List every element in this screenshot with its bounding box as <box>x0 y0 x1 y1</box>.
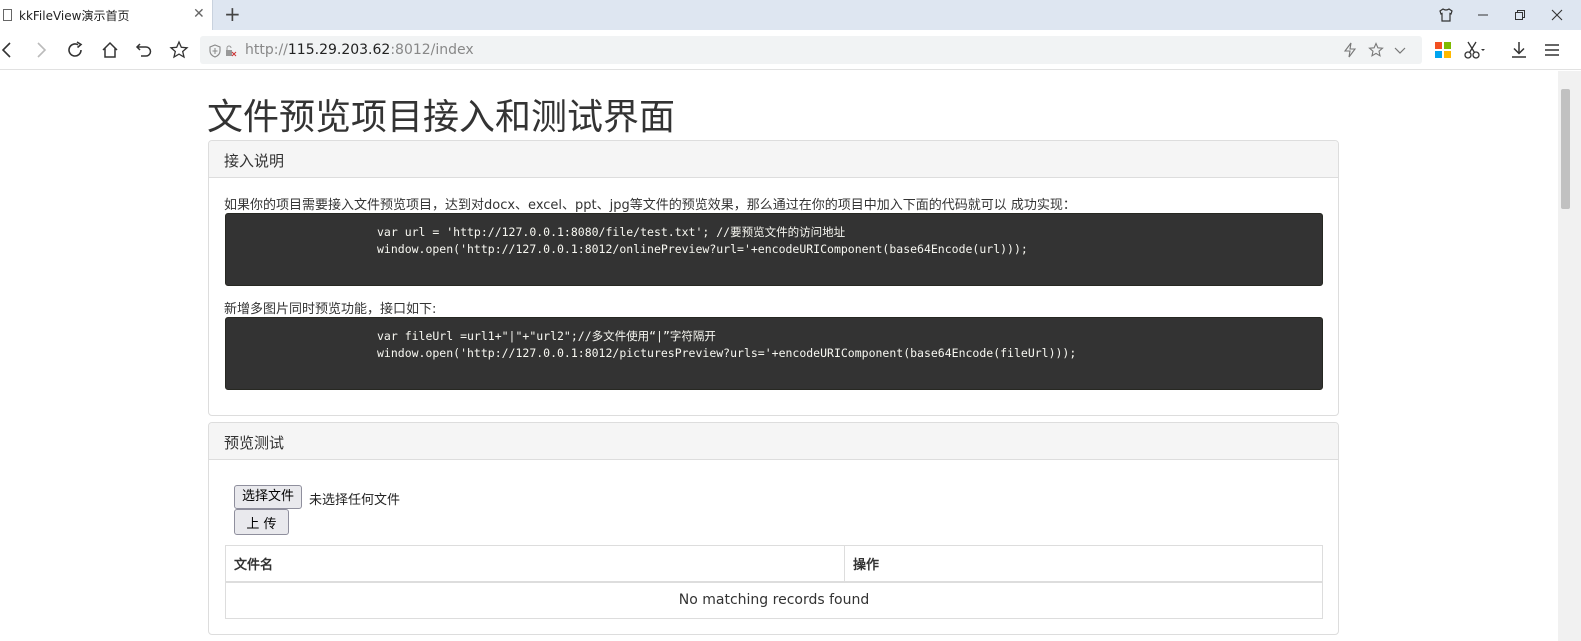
file-status: 未选择任何文件 <box>309 493 401 508</box>
url-scheme: http:// <box>245 42 288 58</box>
integration-panel: 接入说明 如果你的项目需要接入文件预览项目，达到对docx、excel、ppt、… <box>208 140 1339 416</box>
table-header-row: 文件名 操作 <box>225 545 1323 583</box>
integration-panel-heading: 接入说明 <box>209 141 1338 178</box>
multi-image-intro: 新增多图片同时预览功能，接口如下: <box>224 302 437 317</box>
browser-tab[interactable]: kkFileView演示首页 ✕ <box>0 0 213 30</box>
download-icon[interactable] <box>1508 39 1530 61</box>
page-icon <box>3 9 12 21</box>
reload-icon[interactable] <box>64 39 86 61</box>
url-path: :8012/index <box>390 42 474 58</box>
chevron-down-icon[interactable] <box>1392 42 1408 58</box>
forward-icon[interactable] <box>30 39 52 61</box>
lightning-icon[interactable] <box>1342 42 1358 58</box>
restore-icon[interactable] <box>1511 6 1529 24</box>
browser-tab-bar: kkFileView演示首页 ✕ + <box>0 0 1581 30</box>
back-icon[interactable] <box>0 39 18 61</box>
code-line: window.open('http://127.0.0.1:8012/onlin… <box>377 242 1028 256</box>
page-title: 文件预览项目接入和测试界面 <box>207 97 676 138</box>
preview-test-heading: 预览测试 <box>209 423 1338 460</box>
choose-file-button[interactable]: 选择文件 <box>234 485 303 509</box>
undo-icon[interactable] <box>133 39 155 61</box>
new-tab-icon[interactable]: + <box>224 3 241 25</box>
code-line: window.open('http://127.0.0.1:8012/pictu… <box>377 346 1077 360</box>
code-block-single-preview: var url = 'http://127.0.0.1:8080/file/te… <box>225 213 1323 286</box>
apps-grid-icon[interactable] <box>1432 39 1454 61</box>
shirt-icon[interactable] <box>1437 6 1455 24</box>
page-scrollbar[interactable] <box>1558 71 1581 641</box>
home-icon[interactable] <box>99 39 121 61</box>
column-header-filename[interactable]: 文件名 <box>225 545 845 583</box>
empty-table-message: No matching records found <box>225 581 1323 619</box>
favorite-star-icon[interactable] <box>1368 42 1384 58</box>
tab-title: kkFileView演示首页 <box>19 9 130 23</box>
integration-intro: 如果你的项目需要接入文件预览项目，达到对docx、excel、ppt、jpg等文… <box>224 198 1076 213</box>
bookmark-star-icon[interactable] <box>168 39 190 61</box>
menu-icon[interactable] <box>1541 39 1563 61</box>
upload-button[interactable]: 上 传 <box>234 509 289 535</box>
table-row: No matching records found <box>225 581 1323 619</box>
url-text[interactable]: http://115.29.203.62:8012/index <box>245 42 474 58</box>
column-header-actions[interactable]: 操作 <box>844 545 1323 583</box>
file-table: 文件名 操作 No matching records found <box>225 545 1323 619</box>
address-bar[interactable]: http://115.29.203.62:8012/index <box>200 36 1422 64</box>
code-block-multi-preview: var fileUrl =url1+"|"+"url2";//多文件使用“|”字… <box>225 317 1323 390</box>
shield-icon <box>209 43 237 62</box>
scrollbar-thumb[interactable] <box>1561 89 1570 209</box>
url-host: 115.29.203.62 <box>287 42 391 58</box>
close-window-icon[interactable] <box>1548 6 1566 24</box>
scissors-icon[interactable] <box>1463 39 1485 61</box>
code-line: var url = 'http://127.0.0.1:8080/file/te… <box>377 225 846 239</box>
code-line: var fileUrl =url1+"|"+"url2";//多文件使用“|”字… <box>377 329 716 343</box>
close-tab-icon[interactable]: ✕ <box>193 6 205 22</box>
minimize-icon[interactable] <box>1474 6 1492 24</box>
preview-test-panel: 预览测试 选择文件 未选择任何文件 上 传 文件名 操作 No matching… <box>208 422 1339 635</box>
browser-nav-bar: http://115.29.203.62:8012/index <box>0 30 1581 70</box>
